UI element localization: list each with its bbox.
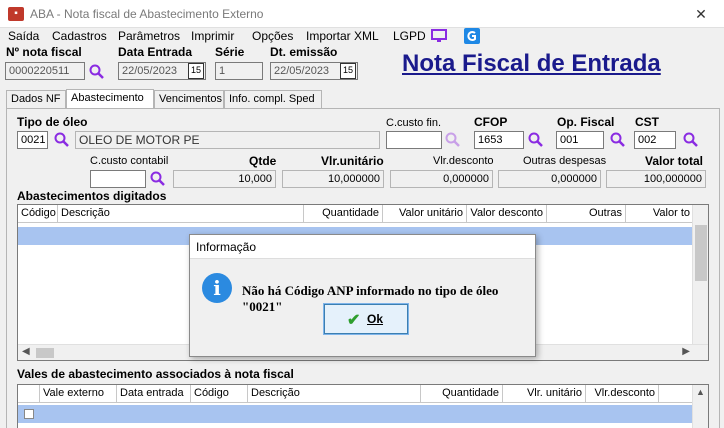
tab-vencimentos[interactable]: Vencimentos — [154, 90, 224, 108]
valor-total-field: 100,000000 — [606, 170, 706, 188]
monitor-icon[interactable] — [431, 28, 447, 44]
window-title: ABA - Nota fiscal de Abastecimento Exter… — [30, 7, 264, 21]
row-checkbox[interactable] — [24, 409, 34, 419]
scroll-up-icon[interactable]: ▲ — [696, 387, 705, 397]
calendar-icon[interactable]: 15 — [340, 63, 356, 79]
col-descricao[interactable]: Descrição — [248, 385, 421, 403]
col-descricao[interactable]: Descrição — [58, 205, 304, 223]
col-valor-desconto[interactable]: Valor desconto — [467, 205, 547, 223]
ok-button-label: Ok — [367, 312, 384, 326]
table-row[interactable] — [18, 405, 694, 423]
abastecimentos-title: Abastecimentos digitados — [17, 189, 167, 203]
scroll-thumb[interactable] — [36, 348, 54, 358]
ok-button[interactable]: ✔ Ok — [323, 303, 409, 335]
ccusto-fin-field[interactable] — [386, 131, 442, 149]
nota-fiscal-label: Nº nota fiscal — [6, 45, 82, 59]
vertical-scrollbar[interactable]: ▲ — [692, 385, 708, 428]
col-vlr-unitario[interactable]: Vlr. unitário — [503, 385, 586, 403]
vertical-scrollbar[interactable] — [692, 205, 708, 344]
col-select — [18, 385, 40, 403]
tab-dados-nf[interactable]: Dados NF — [6, 90, 66, 108]
vlr-unitario-label: Vlr.unitário — [321, 154, 384, 168]
data-entrada-label: Data Entrada — [118, 45, 193, 59]
valor-total-label: Valor total — [645, 154, 704, 168]
data-emissao-label: Dt. emissão — [270, 45, 338, 59]
col-valor-unitario[interactable]: Valor unitário — [383, 205, 467, 223]
menu-importar-xml[interactable]: Importar XML — [306, 29, 379, 43]
app-icon: ▪ — [8, 7, 24, 21]
menu-lgpd[interactable]: LGPD — [393, 29, 426, 43]
menu-opcoes[interactable]: Opções — [252, 29, 293, 43]
nota-fiscal-field[interactable]: 0000220511 — [5, 62, 85, 80]
search-icon[interactable] — [150, 171, 166, 187]
close-button[interactable]: ✕ — [690, 6, 712, 22]
outras-despesas-field: 0,000000 — [498, 170, 601, 188]
tipo-oleo-desc-field: OLEO DE MOTOR PE — [75, 131, 380, 149]
col-quantidade[interactable]: Quantidade — [304, 205, 383, 223]
ccusto-fin-label: C.custo fin. — [386, 117, 442, 129]
scroll-thumb[interactable] — [695, 225, 707, 281]
tab-abastecimento[interactable]: Abastecimento — [66, 89, 154, 109]
qtde-field: 10,000 — [173, 170, 276, 188]
serie-label: Série — [215, 45, 245, 59]
col-codigo[interactable]: Código — [18, 205, 58, 223]
search-icon[interactable] — [54, 132, 70, 148]
ccusto-contabil-field[interactable] — [90, 170, 146, 188]
col-quantidade[interactable]: Quantidade — [421, 385, 503, 403]
search-icon[interactable] — [445, 132, 461, 148]
serie-field[interactable]: 1 — [215, 62, 263, 80]
dialog-title: Informação — [190, 235, 535, 259]
tipo-oleo-code-field[interactable]: 0021 — [17, 131, 48, 149]
grid-header: Código Descrição Quantidade Valor unitár… — [18, 205, 694, 223]
vlr-desconto-field: 0,000000 — [390, 170, 493, 188]
scroll-left-icon[interactable]: ◀ — [22, 346, 30, 357]
info-dialog: Informação i Não há Código ANP informado… — [189, 234, 536, 357]
col-valor-total[interactable]: Valor to — [626, 205, 694, 223]
menu-bar: Saída Cadastros Parâmetros Imprimir Opçõ… — [0, 28, 724, 46]
outras-despesas-label: Outras despesas — [523, 155, 607, 167]
col-data-entrada[interactable]: Data entrada — [117, 385, 191, 403]
vales-grid[interactable]: Vale externo Data entrada Código Descriç… — [17, 384, 709, 428]
search-icon[interactable] — [683, 132, 699, 148]
op-fiscal-label: Op. Fiscal — [557, 115, 615, 129]
vlr-unitario-field: 10,000000 — [282, 170, 384, 188]
vales-title: Vales de abastecimento associados à nota… — [17, 367, 294, 381]
cst-label: CST — [635, 115, 659, 129]
search-icon[interactable] — [89, 64, 105, 80]
col-vlr-desconto[interactable]: Vlr.desconto — [586, 385, 659, 403]
col-outras[interactable]: Outras — [547, 205, 626, 223]
col-vale-externo[interactable]: Vale externo — [40, 385, 117, 403]
menu-parametros[interactable]: Parâmetros — [118, 29, 180, 43]
cfop-field[interactable]: 1653 — [474, 131, 524, 149]
grid-header: Vale externo Data entrada Código Descriç… — [18, 385, 694, 403]
cfop-label: CFOP — [474, 115, 508, 129]
tab-info-compl-sped[interactable]: Info. compl. Sped — [224, 90, 322, 108]
tipo-oleo-label: Tipo de óleo — [17, 115, 88, 129]
search-icon[interactable] — [528, 132, 544, 148]
check-icon: ✔ — [347, 312, 361, 329]
col-codigo[interactable]: Código — [191, 385, 248, 403]
tab-bar: Dados NF Abastecimento Vencimentos Info.… — [6, 89, 720, 109]
ccusto-contabil-label: C.custo contabil — [90, 155, 169, 167]
info-icon: i — [202, 273, 232, 303]
page-title: Nota Fiscal de Entrada — [402, 50, 661, 77]
menu-imprimir[interactable]: Imprimir — [191, 29, 234, 43]
calendar-icon[interactable]: 15 — [188, 63, 204, 79]
menu-saida[interactable]: Saída — [8, 29, 39, 43]
g-app-icon[interactable] — [464, 28, 480, 44]
scroll-right-icon[interactable]: ▶ — [682, 346, 690, 357]
menu-cadastros[interactable]: Cadastros — [52, 29, 107, 43]
title-bar: ▪ ABA - Nota fiscal de Abastecimento Ext… — [0, 0, 724, 28]
op-fiscal-field[interactable]: 001 — [556, 131, 604, 149]
search-icon[interactable] — [610, 132, 626, 148]
cst-field[interactable]: 002 — [634, 131, 676, 149]
qtde-label: Qtde — [249, 154, 277, 168]
vlr-desconto-label: Vlr.desconto — [433, 155, 494, 167]
